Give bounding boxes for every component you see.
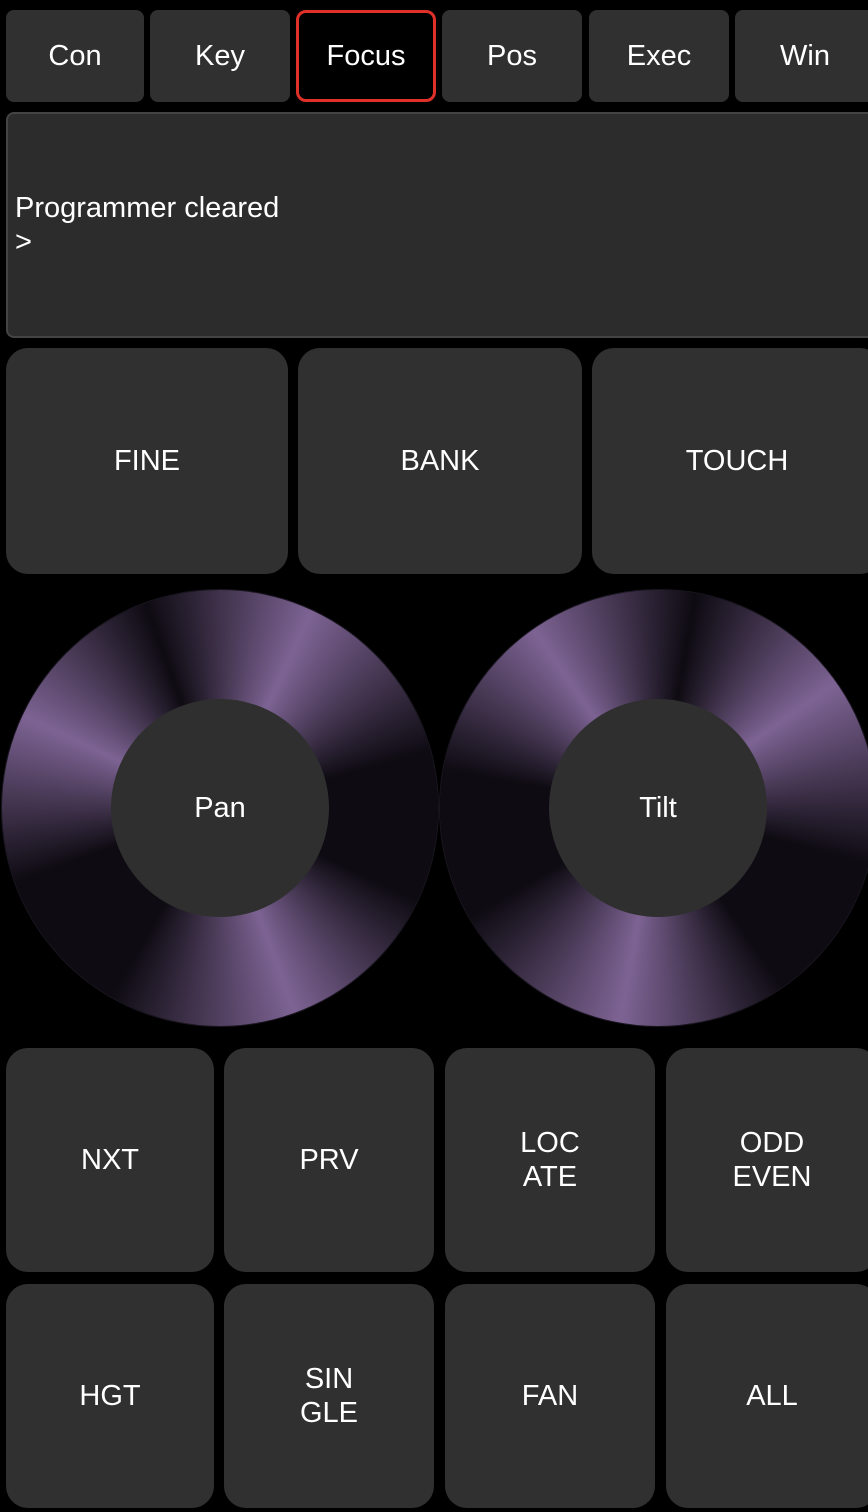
- highlight-button-line1: HGT: [79, 1380, 141, 1412]
- single-button[interactable]: SIN GLE: [224, 1284, 434, 1508]
- single-button-line1: SIN: [304, 1363, 354, 1395]
- tilt-wheel[interactable]: Tilt: [440, 590, 868, 1026]
- previous-button-line1: PRV: [299, 1144, 359, 1176]
- fine-button[interactable]: FINE: [6, 348, 288, 574]
- pan-wheel[interactable]: Pan: [2, 590, 438, 1026]
- tilt-label: Tilt: [639, 791, 677, 824]
- locate-button[interactable]: LOC ATE: [445, 1048, 655, 1272]
- locate-button-line1: LOC: [520, 1127, 580, 1159]
- previous-button[interactable]: PRV: [224, 1048, 434, 1272]
- command-console[interactable]: Programmer cleared >: [6, 112, 868, 338]
- tab-win[interactable]: Win: [735, 10, 868, 102]
- all-button-line1: ALL: [746, 1380, 798, 1412]
- fan-button-line1: FAN: [521, 1380, 579, 1412]
- console-message: Programmer cleared: [15, 192, 280, 224]
- tab-focus[interactable]: Focus: [296, 10, 436, 102]
- next-button-line1: NXT: [81, 1144, 139, 1176]
- pan-wheel-hub: Pan: [111, 699, 329, 917]
- highlight-button[interactable]: HGT: [6, 1284, 214, 1508]
- locate-button-line2: ATE: [522, 1161, 578, 1193]
- odd-even-button-line1: ODD: [739, 1127, 805, 1159]
- bank-button-label: BANK: [400, 445, 480, 477]
- pan-label: Pan: [194, 791, 246, 824]
- touch-button-label: TOUCH: [685, 445, 789, 477]
- console-prompt: >: [15, 226, 32, 258]
- tilt-wheel-hub: Tilt: [549, 699, 767, 917]
- tab-key[interactable]: Key: [150, 10, 290, 102]
- tab-pos[interactable]: Pos: [442, 10, 582, 102]
- next-button[interactable]: NXT: [6, 1048, 214, 1272]
- odd-even-button-line2: EVEN: [732, 1161, 812, 1193]
- tab-con[interactable]: Con: [6, 10, 144, 102]
- odd-even-button[interactable]: ODD EVEN: [666, 1048, 868, 1272]
- fine-button-label: FINE: [113, 445, 181, 477]
- tab-exec[interactable]: Exec: [589, 10, 729, 102]
- single-button-line2: GLE: [299, 1397, 359, 1429]
- bank-button[interactable]: BANK: [298, 348, 582, 574]
- fan-button[interactable]: FAN: [445, 1284, 655, 1508]
- all-button[interactable]: ALL: [666, 1284, 868, 1508]
- touch-button[interactable]: TOUCH: [592, 348, 868, 574]
